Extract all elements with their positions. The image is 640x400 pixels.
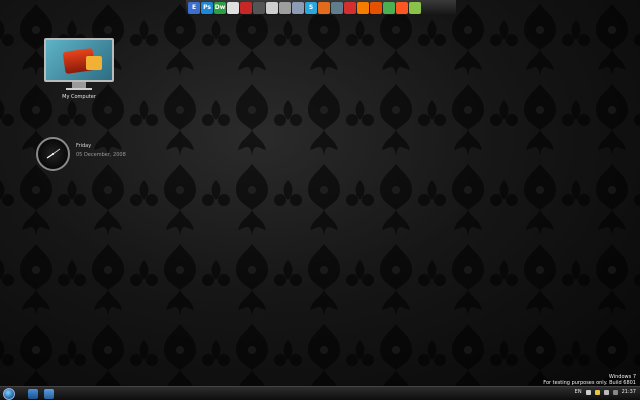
app-dock: E Ps Dw S bbox=[186, 0, 456, 15]
media-player-taskbar-icon[interactable] bbox=[44, 389, 54, 399]
taskbar: EN 21:37 bbox=[0, 386, 640, 400]
clock-face-icon bbox=[46, 148, 61, 159]
app-icon[interactable] bbox=[409, 1, 421, 14]
clock-gadget[interactable] bbox=[36, 137, 70, 171]
monitor-icon bbox=[44, 38, 114, 82]
clock-date: 05 December, 2008 bbox=[76, 152, 126, 158]
taskbar-clock[interactable]: 21:37 bbox=[622, 389, 636, 395]
app-icon[interactable] bbox=[292, 1, 304, 14]
network-icon[interactable] bbox=[585, 389, 591, 395]
tray-icon[interactable] bbox=[612, 389, 618, 395]
app-icon[interactable] bbox=[383, 1, 395, 14]
app-icon[interactable] bbox=[370, 1, 382, 14]
build-watermark: Windows 7 For testing purposes only. Bui… bbox=[543, 374, 636, 386]
clock-day: Friday bbox=[76, 143, 92, 149]
app-icon[interactable] bbox=[253, 1, 265, 14]
app-icon[interactable]: E bbox=[188, 1, 200, 14]
language-indicator[interactable]: EN bbox=[575, 389, 582, 395]
photoshop-icon[interactable]: Ps bbox=[201, 1, 213, 14]
skype-icon[interactable]: S bbox=[305, 1, 317, 14]
my-computer-icon[interactable]: My Computer bbox=[42, 38, 116, 100]
volume-icon[interactable] bbox=[594, 389, 600, 395]
my-computer-label: My Computer bbox=[62, 94, 96, 100]
action-center-icon[interactable] bbox=[603, 389, 609, 395]
app-icon[interactable] bbox=[344, 1, 356, 14]
system-tray: EN 21:37 bbox=[575, 389, 636, 395]
app-icon[interactable] bbox=[279, 1, 291, 14]
firefox-icon[interactable] bbox=[318, 1, 330, 14]
app-icon[interactable] bbox=[227, 1, 239, 14]
app-icon[interactable] bbox=[331, 1, 343, 14]
app-icon[interactable] bbox=[357, 1, 369, 14]
app-icon[interactable] bbox=[240, 1, 252, 14]
app-icon[interactable] bbox=[396, 1, 408, 14]
dreamweaver-icon[interactable]: Dw bbox=[214, 1, 226, 14]
disc-icon[interactable] bbox=[266, 1, 278, 14]
start-button[interactable] bbox=[3, 388, 15, 400]
explorer-taskbar-icon[interactable] bbox=[28, 389, 38, 399]
